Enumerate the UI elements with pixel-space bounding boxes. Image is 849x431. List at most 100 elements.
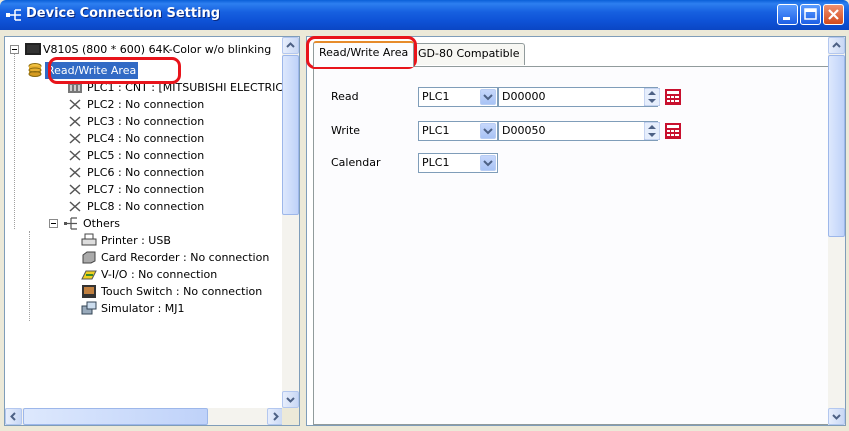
tree-item-label: Printer : USB: [101, 234, 171, 247]
tree-item-simulator[interactable]: Simulator : MJ1: [81, 300, 281, 317]
maximize-button[interactable]: [800, 4, 821, 25]
tree-item-plc1[interactable]: PLC1 : CNT : [MITSUBISHI ELECTRIC: [67, 79, 297, 96]
tree-item-label: Card Recorder : No connection: [101, 251, 270, 264]
tree-item-printer[interactable]: Printer : USB: [81, 232, 281, 249]
tree-item-read-write-area[interactable]: Read/Write Area: [27, 62, 227, 79]
tree-root[interactable]: V810S (800 * 600) 64K-Color w/o blinking: [9, 41, 285, 58]
monitor-icon: [25, 43, 41, 55]
arrow-down-icon: [832, 414, 841, 420]
tree-item-label: PLC4 : No connection: [87, 132, 205, 145]
scrollbar-corner: [282, 408, 299, 425]
scroll-up-button[interactable]: [282, 37, 299, 54]
plc-device-icon: [68, 83, 82, 93]
title-bar[interactable]: Device Connection Setting: [0, 0, 849, 30]
tree-item-label: PLC6 : No connection: [87, 166, 205, 179]
panel-vertical-scrollbar[interactable]: [828, 37, 845, 425]
arrow-up-icon: [286, 42, 295, 48]
tab-gd80-compatible[interactable]: GD-80 Compatible: [412, 43, 526, 65]
settings-panel: Read/Write Area GD-80 Compatible Read PL…: [306, 36, 846, 426]
chevron-down-icon: [483, 94, 493, 101]
arrow-up-icon: [832, 42, 841, 48]
tree-item-label: Read/Write Area: [45, 62, 139, 79]
device-tree[interactable]: V810S (800 * 600) 64K-Color w/o blinking…: [4, 36, 300, 426]
read-plc-value: PLC1: [422, 90, 450, 103]
tree-item-label: Others: [83, 217, 120, 230]
tab-read-write-area[interactable]: Read/Write Area: [313, 41, 415, 67]
read-address-value: D00000: [502, 90, 546, 103]
x-icon: [69, 99, 81, 110]
tree-item-plc4[interactable]: PLC4 : No connection: [67, 130, 267, 147]
close-button[interactable]: [823, 4, 844, 25]
tree-item-label: PLC3 : No connection: [87, 115, 205, 128]
tree-item-label: Touch Switch : No connection: [101, 285, 263, 298]
device-connection-icon: [6, 9, 21, 21]
printer-icon: [81, 233, 97, 246]
tree-line: [14, 53, 15, 229]
read-address-input[interactable]: D00000: [498, 87, 658, 107]
tree-item-label: V-I/O : No connection: [101, 268, 218, 281]
scroll-thumb[interactable]: [282, 55, 299, 215]
address-input-icon[interactable]: [665, 123, 681, 139]
scroll-down-button[interactable]: [282, 391, 299, 408]
x-icon: [69, 150, 81, 161]
read-label: Read: [331, 90, 359, 103]
card-recorder-icon: [82, 251, 96, 264]
close-icon: [828, 9, 839, 20]
tree-item-label: PLC7 : No connection: [87, 183, 205, 196]
tree-line: [29, 231, 30, 321]
write-plc-select[interactable]: PLC1: [418, 121, 498, 141]
minimize-button[interactable]: [777, 4, 798, 25]
write-address-input[interactable]: D00050: [498, 121, 658, 141]
vio-icon: [81, 270, 97, 280]
tree-item-label: PLC8 : No connection: [87, 200, 205, 213]
x-icon: [69, 184, 81, 195]
tree-item-plc7[interactable]: PLC7 : No connection: [67, 181, 267, 198]
tree-item-label: PLC2 : No connection: [87, 98, 205, 111]
spinner-icon[interactable]: [644, 122, 660, 140]
scroll-down-button[interactable]: [828, 408, 845, 425]
database-icon: [28, 63, 42, 77]
collapse-icon[interactable]: [10, 45, 19, 54]
tree-item-plc8[interactable]: PLC8 : No connection: [67, 198, 267, 215]
tree-item-label: PLC1 : CNT : [MITSUBISHI ELECTRIC: [87, 81, 284, 94]
chevron-down-icon: [483, 128, 493, 135]
dropdown-button[interactable]: [480, 123, 496, 139]
address-input-icon[interactable]: [665, 89, 681, 105]
x-icon: [69, 116, 81, 127]
tree-item-plc3[interactable]: PLC3 : No connection: [67, 113, 267, 130]
touch-switch-icon: [82, 285, 96, 298]
tree-item-card-recorder[interactable]: Card Recorder : No connection: [81, 249, 291, 266]
collapse-icon[interactable]: [49, 219, 58, 228]
calendar-plc-select[interactable]: PLC1: [418, 153, 498, 173]
tree-item-vio[interactable]: V-I/O : No connection: [81, 266, 281, 283]
scroll-left-button[interactable]: [5, 408, 22, 425]
window-title: Device Connection Setting: [26, 6, 221, 21]
dropdown-button[interactable]: [480, 155, 496, 171]
write-plc-value: PLC1: [422, 124, 450, 137]
spinner-icon[interactable]: [644, 88, 660, 106]
tree-horizontal-scrollbar[interactable]: [5, 408, 284, 425]
device-connection-window: Device Connection Setting V810S (800 * 6…: [0, 0, 849, 431]
dropdown-button[interactable]: [480, 89, 496, 105]
tree-item-plc2[interactable]: PLC2 : No connection: [67, 96, 267, 113]
arrow-down-icon: [286, 397, 295, 403]
minimize-icon: [783, 17, 790, 20]
calendar-label: Calendar: [331, 156, 381, 169]
maximize-icon: [804, 8, 817, 20]
x-icon: [69, 133, 81, 144]
write-address-value: D00050: [502, 124, 546, 137]
read-plc-select[interactable]: PLC1: [418, 87, 498, 107]
tab-content: Read PLC1 D00000 Write PLC1 D00050 Calen…: [313, 66, 830, 425]
scroll-up-button[interactable]: [828, 37, 845, 54]
chevron-down-icon: [483, 160, 493, 167]
tree-root-label: V810S (800 * 600) 64K-Color w/o blinking: [43, 43, 272, 56]
tree-item-plc5[interactable]: PLC5 : No connection: [67, 147, 267, 164]
tree-item-plc6[interactable]: PLC6 : No connection: [67, 164, 267, 181]
tree-item-touch-switch[interactable]: Touch Switch : No connection: [81, 283, 291, 300]
tree-vertical-scrollbar[interactable]: [282, 37, 299, 408]
network-icon: [64, 217, 77, 230]
tree-item-others[interactable]: Others: [49, 215, 249, 232]
scroll-thumb[interactable]: [23, 408, 208, 425]
simulator-icon: [81, 301, 97, 315]
scroll-thumb[interactable]: [828, 55, 845, 237]
